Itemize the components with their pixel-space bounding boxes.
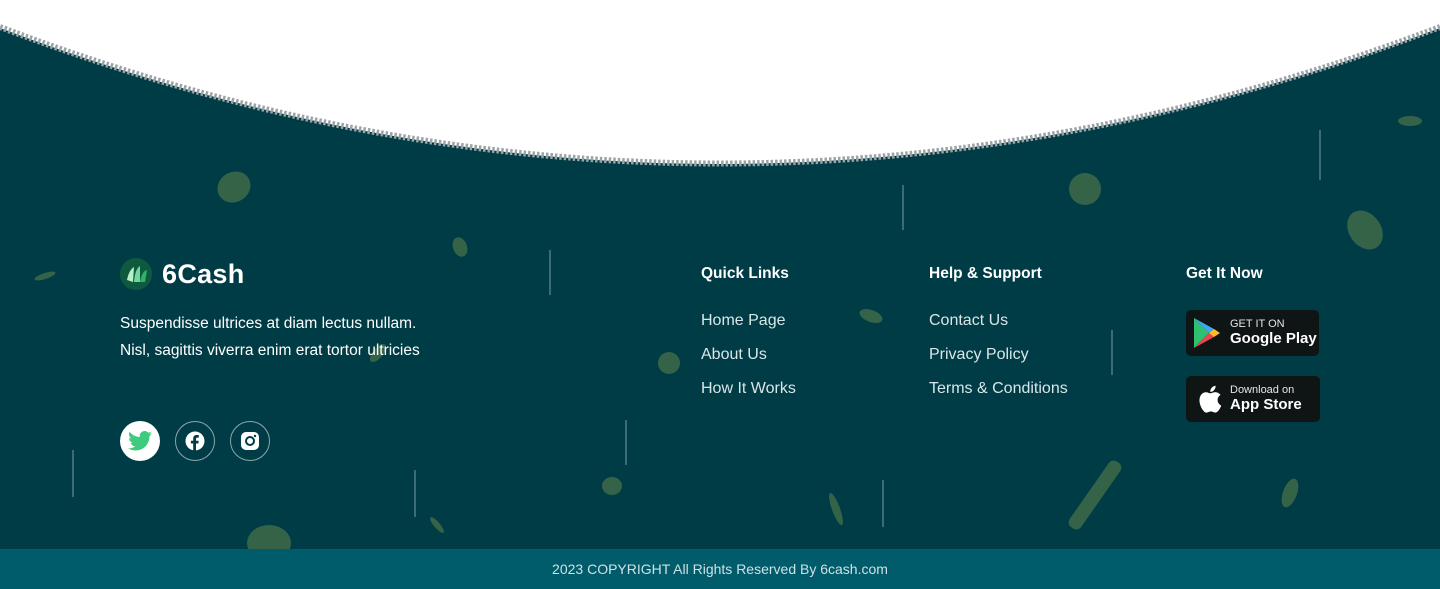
footer-link-how-it-works[interactable]: How It Works	[701, 380, 796, 398]
footer-link-home[interactable]: Home Page	[701, 312, 786, 330]
apple-icon	[1199, 385, 1222, 413]
twitter-button[interactable]	[120, 421, 160, 461]
app-store-big-text: App Store	[1230, 395, 1302, 413]
google-play-button[interactable]: GET IT ON Google Play	[1186, 310, 1319, 356]
instagram-icon	[241, 432, 259, 450]
6cash-logo-icon	[120, 258, 152, 290]
brand-logo-link[interactable]: 6Cash	[120, 258, 245, 290]
facebook-icon	[185, 431, 205, 451]
footer-link-about[interactable]: About Us	[701, 346, 767, 364]
brand-name: 6Cash	[162, 258, 245, 289]
copyright-text: 2023 COPYRIGHT All Rights Reserved By 6c…	[552, 561, 888, 577]
curved-top-divider	[0, 0, 1440, 167]
instagram-button[interactable]	[230, 421, 270, 461]
help-support-heading: Help & Support	[929, 265, 1042, 282]
twitter-icon	[128, 431, 152, 451]
copyright-bar: 2023 COPYRIGHT All Rights Reserved By 6c…	[0, 549, 1440, 589]
quick-links-heading: Quick Links	[701, 265, 789, 282]
footer-link-contact[interactable]: Contact Us	[929, 312, 1008, 330]
brand-tagline: Suspendisse ultrices at diam lectus null…	[120, 315, 420, 359]
footer-link-terms[interactable]: Terms & Conditions	[929, 380, 1068, 398]
google-play-icon	[1194, 318, 1220, 348]
get-it-now-heading: Get It Now	[1186, 265, 1263, 282]
footer: 6Cash Suspendisse ultrices at diam lectu…	[0, 0, 1440, 549]
facebook-button[interactable]	[175, 421, 215, 461]
google-play-big-text: Google Play	[1230, 329, 1317, 347]
footer-link-privacy[interactable]: Privacy Policy	[929, 346, 1029, 364]
app-store-button[interactable]: Download on App Store	[1186, 376, 1320, 422]
